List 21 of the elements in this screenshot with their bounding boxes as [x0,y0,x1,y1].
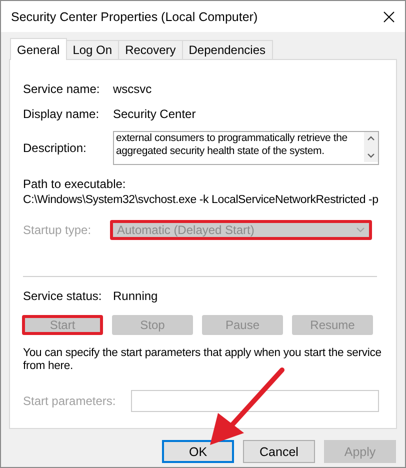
field-value: Security Center [113,107,196,121]
status-value: Running [113,289,158,303]
parameters-field[interactable] [131,390,379,412]
field-label: Display name: [23,107,100,121]
close-icon[interactable] [383,10,395,22]
status-label: Service status: [23,289,103,303]
window-title: Security Center Properties (Local Computer) [11,10,258,24]
dialog-button[interactable]: Cancel [243,440,315,463]
field-label: Service name: [23,82,101,96]
startup-label: Startup type: [23,223,92,237]
description-box[interactable]: external consumers to programmatically retrieve the aggregated security health state of the system. [113,131,379,165]
parameters-label: Start parameters: [23,394,117,408]
tab[interactable]: Dependencies [182,40,272,60]
tab[interactable]: General [10,38,67,60]
field-value: wscsvc [113,82,152,96]
field-label: Description: [23,141,88,155]
dialog-button[interactable]: OK [162,440,234,463]
scroll-arrows-icon[interactable] [364,132,378,162]
path-value: C:\Windows\System32\svchost.exe -k LocalServiceNetworkRestricted -p [23,194,380,206]
path-label: Path to executable: [23,177,127,191]
hint-text: You can specify the start parameters that apply when you start the service from here. [23,347,382,373]
